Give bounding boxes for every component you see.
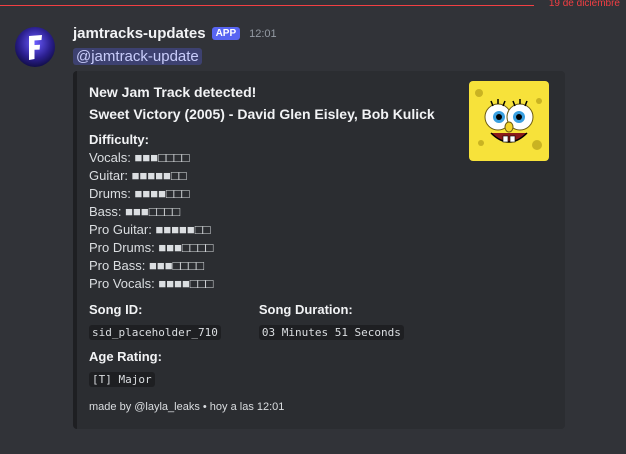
fortnite-logo-icon (15, 27, 55, 67)
difficulty-label: Vocals: (89, 150, 131, 165)
embed-title: New Jam Track detected! (89, 84, 257, 100)
app-badge: APP (211, 27, 241, 40)
difficulty-label: Bass: (89, 204, 122, 219)
difficulty-bar: ■■■■■□□ (155, 222, 211, 237)
difficulty-label: Pro Bass: (89, 258, 146, 273)
new-messages-divider: 19 de diciembre (0, 0, 626, 12)
message-header: jamtracks-updates APP 12:01 (73, 25, 277, 42)
field-name: Song ID: (89, 302, 143, 317)
field-name: Song Duration: (258, 302, 353, 317)
difficulty-bar: ■■■□□□□ (158, 240, 214, 255)
difficulty-row-vocals: Vocals: ■■■□□□□ (89, 149, 553, 167)
role-mention[interactable]: @jamtrack-update (73, 48, 202, 65)
message-timestamp[interactable]: 12:01 (249, 28, 277, 40)
difficulty-row-pro-bass: Pro Bass: ■■■□□□□ (89, 257, 553, 275)
difficulty-bar: ■■■■□□□ (134, 186, 190, 201)
difficulty-row-bass: Bass: ■■■□□□□ (89, 203, 553, 221)
difficulty-bar: ■■■■■□□ (131, 168, 187, 183)
field-song-id: Song ID: sid_placeholder_710 (89, 301, 221, 340)
difficulty-bar: ■■■□□□□ (134, 150, 190, 165)
embed-footer: made by @layla_leaks • hoy a las 12:01 (89, 401, 285, 413)
age-rating-value: [T] Major (89, 372, 155, 387)
username[interactable]: jamtracks-updates (73, 25, 206, 42)
field-name: Age Rating: (89, 349, 162, 364)
difficulty-label: Guitar: (89, 168, 129, 183)
song-duration-value: 03 Minutes 51 Seconds (258, 325, 404, 340)
difficulty-bar: ■■■■□□□ (158, 276, 214, 291)
difficulty-label: Pro Drums: (89, 240, 155, 255)
divider-line (0, 5, 534, 6)
difficulty-list: Vocals: ■■■□□□□ Guitar: ■■■■■□□ Drums: ■… (89, 149, 553, 293)
embed-fields: Song ID: sid_placeholder_710 Song Durati… (89, 301, 553, 340)
difficulty-row-pro-guitar: Pro Guitar: ■■■■■□□ (89, 221, 553, 239)
song-id-value: sid_placeholder_710 (89, 325, 221, 340)
difficulty-row-guitar: Guitar: ■■■■■□□ (89, 167, 553, 185)
difficulty-row-pro-drums: Pro Drums: ■■■□□□□ (89, 239, 553, 257)
difficulty-row-pro-vocals: Pro Vocals: ■■■■□□□ (89, 275, 553, 293)
difficulty-bar: ■■■□□□□ (125, 204, 181, 219)
embed-card: New Jam Track detected! Sweet Victory (2… (73, 71, 565, 429)
difficulty-row-drums: Drums: ■■■■□□□ (89, 185, 553, 203)
avatar[interactable] (15, 27, 55, 67)
difficulty-label: Pro Guitar: (89, 222, 152, 237)
difficulty-bar: ■■■□□□□ (148, 258, 204, 273)
divider-date: 19 de diciembre (548, 0, 620, 9)
field-song-duration: Song Duration: 03 Minutes 51 Seconds (258, 301, 404, 340)
embed-subtitle: Sweet Victory (2005) - David Glen Eisley… (89, 106, 435, 122)
field-age-rating: Age Rating: [T] Major (89, 348, 553, 387)
difficulty-label: Drums: (89, 186, 131, 201)
difficulty-heading: Difficulty: (89, 132, 149, 147)
difficulty-label: Pro Vocals: (89, 276, 155, 291)
